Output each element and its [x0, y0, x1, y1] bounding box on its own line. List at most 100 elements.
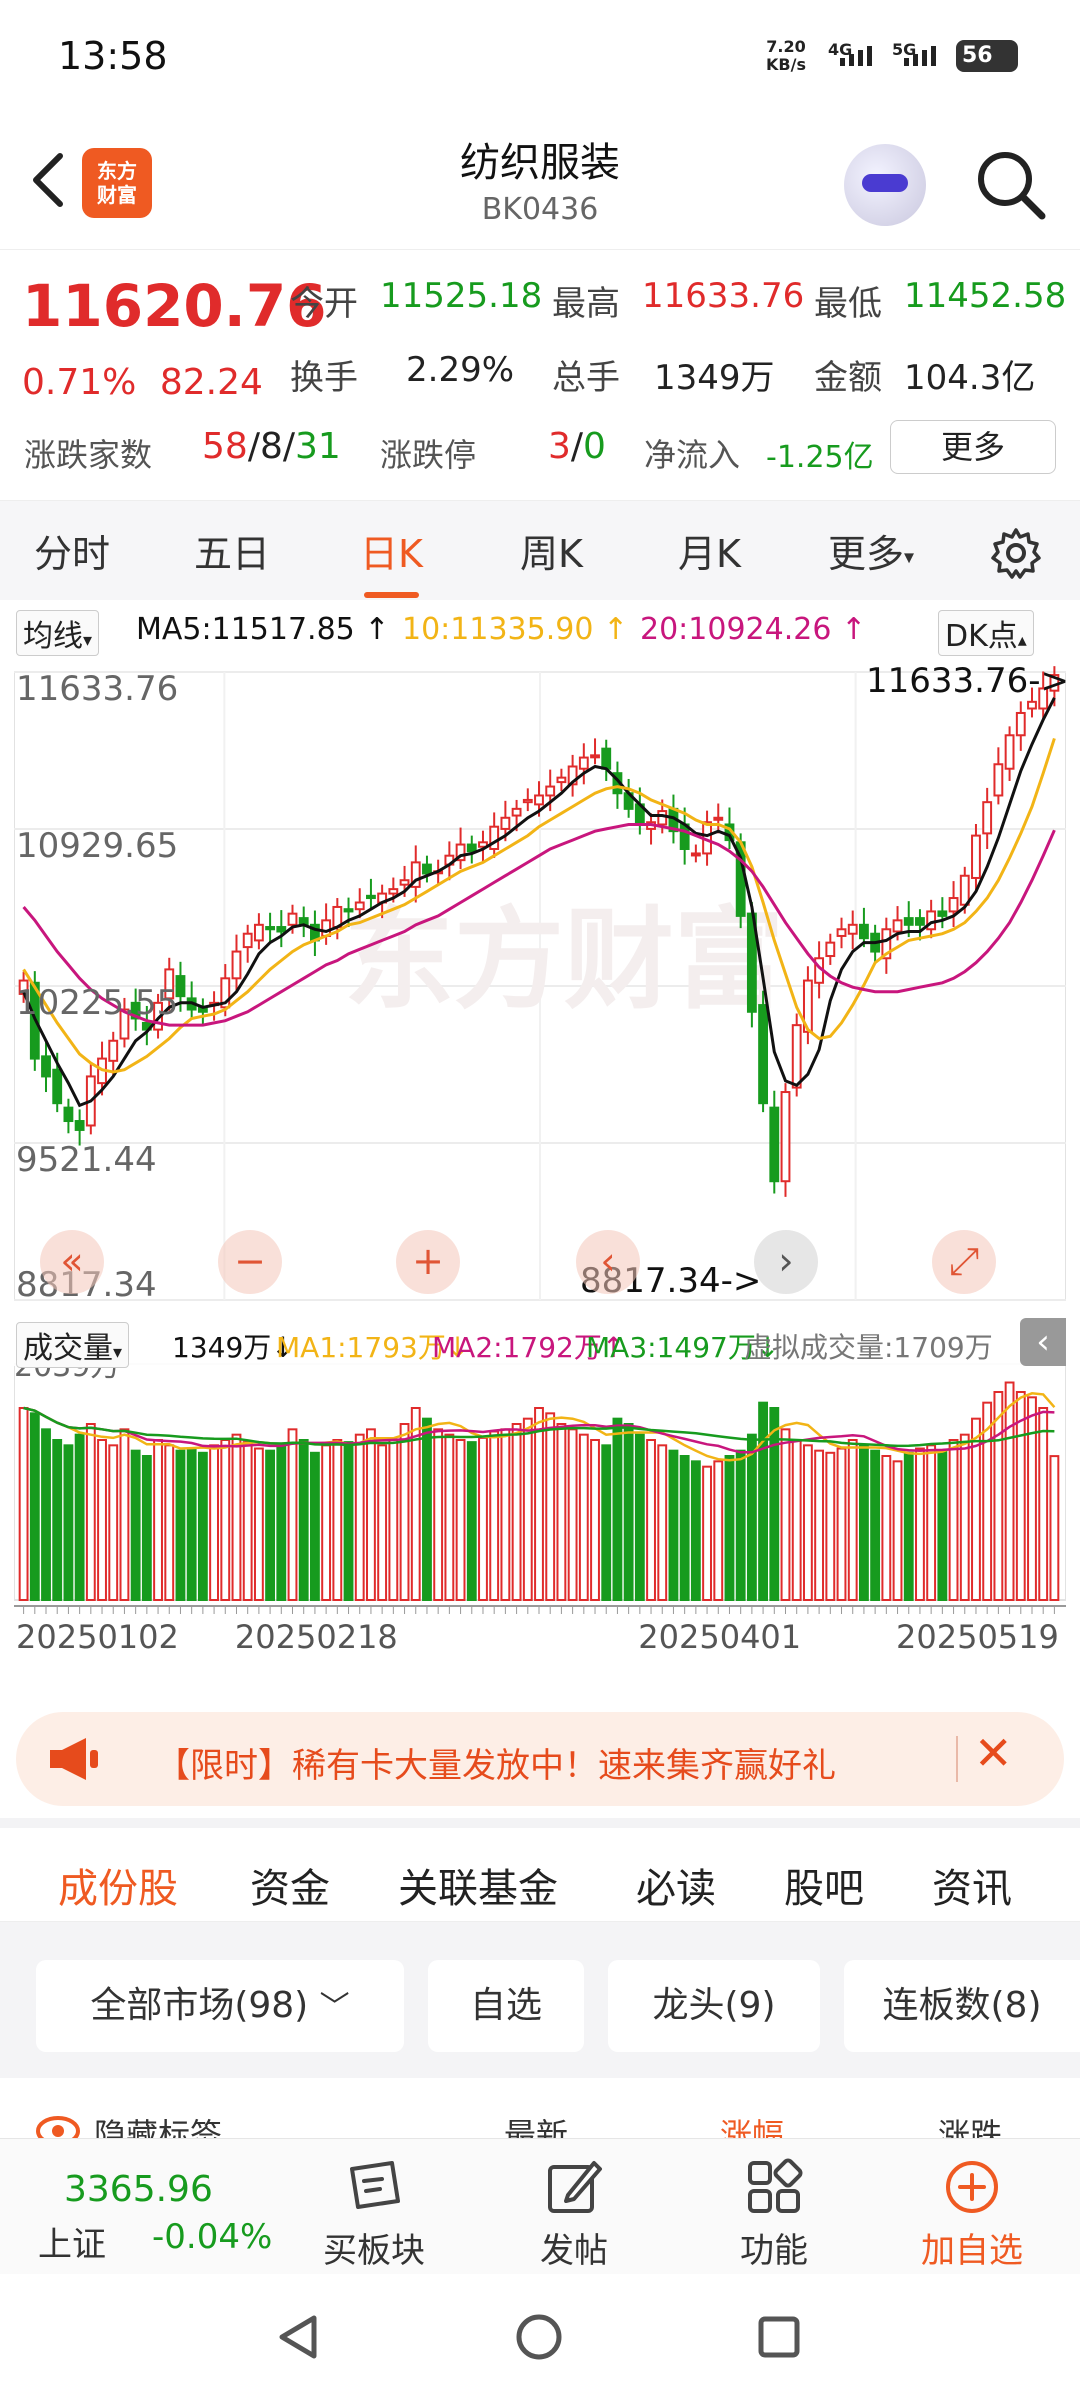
- candle: [197, 998, 208, 1025]
- tab-monthly-k[interactable]: 月K: [678, 523, 741, 578]
- top-header: 东方 财富 纺织服装 BK0436: [0, 110, 1080, 250]
- column-change-pct[interactable]: 涨幅: [720, 2110, 784, 2138]
- scroll-left-fast-button[interactable]: «: [40, 1230, 104, 1294]
- volume-bar: [590, 1439, 600, 1601]
- amount-label: 金额: [814, 358, 882, 398]
- volume-value: 1349万: [654, 358, 775, 398]
- settings-gear-icon[interactable]: [990, 527, 1042, 579]
- max-price-marker: 11633.76->: [866, 664, 1066, 701]
- candle-body: [242, 932, 253, 949]
- scroll-right-button[interactable]: ›: [754, 1230, 818, 1294]
- dk-point-button[interactable]: DK点▴: [938, 610, 1034, 656]
- candle-body: [713, 816, 724, 821]
- tab-must-read[interactable]: 必读: [636, 1856, 716, 1914]
- filter-leaders[interactable]: 龙头(9): [608, 1960, 820, 2052]
- system-nav-bar: [0, 2274, 1080, 2400]
- candle-body: [366, 894, 376, 900]
- candle: [410, 845, 421, 903]
- candle: [567, 754, 578, 797]
- candle: [769, 1090, 780, 1194]
- promo-banner[interactable]: 【限时】稀有卡大量发放中！速来集齐赢好礼 ✕: [16, 1712, 1064, 1806]
- volume-bar: [926, 1444, 937, 1601]
- volume-bar: [1027, 1396, 1037, 1601]
- volume-bar: [780, 1428, 791, 1601]
- volume-bar: [500, 1428, 511, 1601]
- tab-five-day[interactable]: 五日: [194, 523, 270, 578]
- volume-bar: [197, 1451, 208, 1601]
- close-icon[interactable]: ✕: [974, 1726, 1013, 1780]
- tab-news[interactable]: 资讯: [932, 1856, 1012, 1914]
- search-icon[interactable]: [972, 146, 1048, 222]
- tab-funds[interactable]: 资金: [250, 1856, 330, 1914]
- ma5-value: MA5:11517.85 ↑: [136, 612, 390, 647]
- volume-bar: [309, 1451, 320, 1601]
- assistant-robot-icon[interactable]: [844, 144, 926, 226]
- kline-chart-svg[interactable]: 东方财富 11633.7610929.6510225.559521.448817…: [13, 661, 1069, 1694]
- candle-body: [466, 843, 477, 853]
- volume-bar: [41, 1428, 51, 1601]
- volume-bar: [478, 1436, 488, 1601]
- volume-selector[interactable]: 成交量▾: [16, 1322, 130, 1368]
- volume-bar: [231, 1433, 242, 1602]
- tab-daily-k[interactable]: 日K: [360, 523, 423, 598]
- candle-body: [52, 1068, 63, 1105]
- nav-back-icon[interactable]: [276, 2314, 320, 2360]
- candle: [1015, 701, 1026, 751]
- more-quote-button[interactable]: 更多: [890, 420, 1056, 474]
- candle: [231, 934, 242, 991]
- tab-forum[interactable]: 股吧: [784, 1856, 864, 1914]
- volume-bar: [164, 1444, 175, 1601]
- filter-chips: 全部市场(98) ﹀ 自选 龙头(9) 连板数(8): [0, 1922, 1080, 2078]
- scroll-left-button[interactable]: ‹: [576, 1230, 640, 1294]
- hide-tags-toggle[interactable]: 隐藏标签: [94, 2110, 222, 2138]
- post-button[interactable]: 发帖: [514, 2157, 634, 2272]
- eye-icon[interactable]: [36, 2114, 80, 2138]
- tab-constituents[interactable]: 成份股: [58, 1856, 178, 1938]
- kline-chart[interactable]: 东方财富 11633.7610929.6510225.559521.448817…: [13, 661, 1069, 1694]
- tab-weekly-k[interactable]: 周K: [520, 523, 583, 578]
- buy-sector-icon: [350, 2161, 400, 2209]
- zoom-in-button[interactable]: +: [396, 1230, 460, 1294]
- candle: [623, 778, 634, 818]
- candle-body: [836, 928, 847, 937]
- index-value: 3365.96: [64, 2169, 213, 2210]
- filter-watchlist[interactable]: 自选: [428, 1960, 584, 2052]
- candle: [309, 910, 320, 957]
- low-label: 最低: [814, 284, 882, 324]
- filter-all-market[interactable]: 全部市场(98) ﹀: [36, 1960, 404, 2052]
- volume-bar: [702, 1465, 712, 1602]
- volume-bar: [937, 1449, 948, 1602]
- buy-sector-button[interactable]: 买板块: [314, 2157, 434, 2272]
- tab-intraday[interactable]: 分时: [34, 523, 110, 578]
- nav-home-icon[interactable]: [514, 2312, 564, 2362]
- volume-bar: [321, 1444, 332, 1601]
- collapse-panel-icon[interactable]: ‹: [1020, 1318, 1066, 1366]
- filter-consecutive-limit[interactable]: 连板数(8): [844, 1960, 1080, 2052]
- banner-divider: [956, 1736, 958, 1782]
- column-latest[interactable]: 最新: [504, 2110, 568, 2138]
- banner-text: 【限时】稀有卡大量发放中！速来集齐赢好礼: [156, 1746, 836, 1786]
- ma-selector[interactable]: 均线▾: [16, 610, 100, 656]
- index-ticker[interactable]: 3365.96 上证 -0.04%: [0, 2139, 280, 2275]
- volume-bar: [769, 1407, 780, 1601]
- nav-recents-icon[interactable]: [756, 2314, 802, 2360]
- zoom-out-button[interactable]: −: [218, 1230, 282, 1294]
- candle-body: [1004, 734, 1015, 770]
- volume-bar: [522, 1417, 533, 1602]
- fullscreen-button[interactable]: ⤢: [932, 1230, 996, 1294]
- grid-functions-icon: [748, 2158, 803, 2213]
- candle: [489, 812, 500, 858]
- battery-icon: 56: [956, 40, 1018, 72]
- volume-bar: [466, 1441, 477, 1602]
- candle-body: [903, 917, 914, 926]
- tab-related-funds[interactable]: 关联基金: [398, 1856, 558, 1914]
- chevron-down-icon: ﹀: [319, 1990, 350, 2025]
- candle-body: [892, 919, 903, 933]
- volume-bar: [948, 1439, 959, 1601]
- volume-bar: [85, 1423, 96, 1601]
- candle: [982, 787, 993, 849]
- add-watchlist-button[interactable]: 加自选: [912, 2157, 1032, 2272]
- tab-more[interactable]: 更多▾: [828, 523, 914, 578]
- column-change[interactable]: 涨跌: [938, 2110, 1002, 2138]
- functions-button[interactable]: 功能: [714, 2157, 834, 2272]
